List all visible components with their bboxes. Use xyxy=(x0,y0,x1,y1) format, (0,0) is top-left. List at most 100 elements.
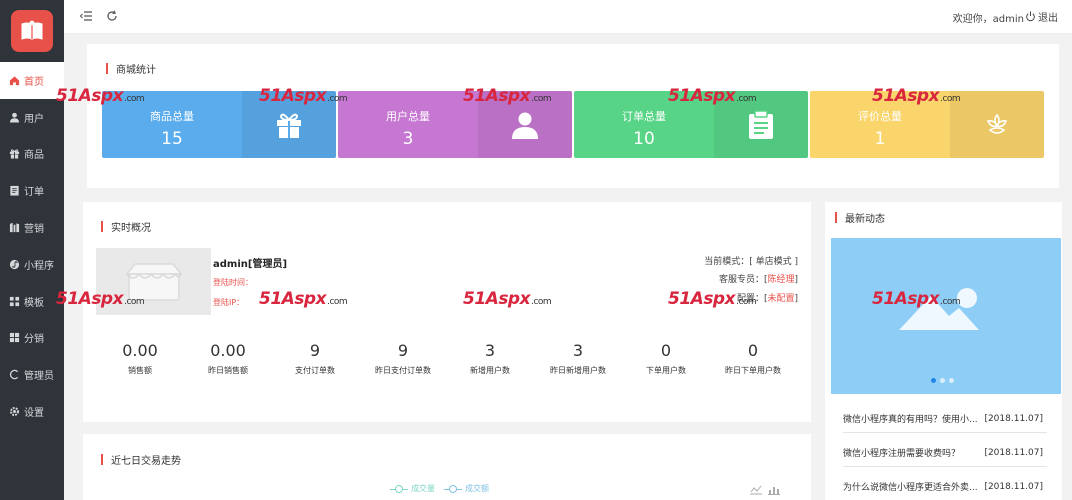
stat-card-value: 10 xyxy=(633,129,655,149)
news-item-title[interactable]: 微信小程序注册需要收费吗？ xyxy=(843,446,960,459)
distribution-icon xyxy=(8,332,20,344)
template-icon xyxy=(8,295,20,307)
logo-box xyxy=(0,0,64,62)
line-chart-icon[interactable] xyxy=(750,484,762,498)
stat-card-gift[interactable]: 商品总量 15 xyxy=(102,91,336,158)
news-item[interactable]: 微信小程序注册需要收费吗？ [2018.11.07] xyxy=(843,439,1047,467)
metric-item: 3 昨日新增用户数 xyxy=(534,341,622,376)
carousel-dot[interactable] xyxy=(931,378,936,383)
sidebar-item-admin[interactable]: 管理员 xyxy=(0,356,64,393)
settings-icon xyxy=(8,406,20,418)
metric-value: 0 xyxy=(747,341,759,360)
metric-item: 0.00 销售额 xyxy=(96,341,184,376)
sidebar: 首页用户商品订单营销小程序模板 分销管理员设置 xyxy=(0,0,64,500)
sidebar-item-label: 小程序 xyxy=(24,260,54,272)
marketing-icon xyxy=(8,222,20,234)
stat-card-label: 评价总量 xyxy=(858,110,902,123)
metric-item: 9 支付订单数 xyxy=(271,341,359,376)
bar-chart-icon[interactable] xyxy=(768,484,780,498)
logout-button[interactable]: 退出 xyxy=(1025,9,1058,24)
logout-label: 退出 xyxy=(1038,13,1058,24)
service-value[interactable]: 陈经理 xyxy=(767,275,794,285)
sidebar-item-template[interactable]: 模板 xyxy=(0,283,64,320)
metric-item: 0 下单用户数 xyxy=(622,341,710,376)
trend-title: 近七日交易走势 xyxy=(101,452,181,467)
metric-item: 0.00 昨日销售额 xyxy=(184,341,272,376)
stat-card-value: 15 xyxy=(161,129,183,149)
sidebar-item-settings[interactable]: 设置 xyxy=(0,393,64,430)
metric-item: 9 昨日支付订单数 xyxy=(359,341,447,376)
sidebar-item-user[interactable]: 用户 xyxy=(0,99,64,136)
metric-label: 下单用户数 xyxy=(646,366,686,375)
legend-amount-label: 成交额 xyxy=(465,484,489,493)
news-item[interactable]: 微信小程序真的有用吗？使用小... [2018.11.07] xyxy=(843,405,1047,433)
login-time: 登陆时间： xyxy=(213,278,253,287)
metric-value: 3 xyxy=(572,341,584,360)
news-item-date: [2018.11.07] xyxy=(984,447,1043,458)
metric-value: 0.00 xyxy=(210,341,246,360)
admin-icon xyxy=(8,369,20,381)
sidebar-item-gift[interactable]: 商品 xyxy=(0,136,64,173)
news-item-date: [2018.11.07] xyxy=(984,481,1043,492)
top-header: 欢迎你，admin 退出 xyxy=(64,0,1072,34)
metric-label: 支付订单数 xyxy=(295,366,335,375)
carousel-dot[interactable] xyxy=(949,378,954,383)
metric-value: 3 xyxy=(484,341,496,360)
stat-card-flower[interactable]: 评价总量 1 xyxy=(810,91,1044,158)
sidebar-item-label: 订单 xyxy=(24,187,44,199)
sidebar-item-label: 营销 xyxy=(24,224,44,236)
legend-volume-label: 成交量 xyxy=(411,484,435,493)
refresh-icon[interactable] xyxy=(104,8,120,24)
gift-icon xyxy=(8,148,20,160)
realtime-title: 实时概况 xyxy=(101,219,151,234)
carousel-dot[interactable] xyxy=(940,378,945,383)
config-close: ] xyxy=(794,294,798,304)
news-carousel[interactable] xyxy=(831,238,1061,394)
stat-card-label: 商品总量 xyxy=(150,110,194,123)
service-close: ] xyxy=(794,275,798,285)
welcome-text: 欢迎你，admin xyxy=(952,14,1024,25)
news-item-date: [2018.11.07] xyxy=(984,413,1043,424)
clipboard-icon xyxy=(714,91,808,158)
home-icon xyxy=(8,74,20,86)
sidebar-item-order[interactable]: 订单 xyxy=(0,172,64,209)
metric-value: 0.00 xyxy=(122,341,158,360)
gift-icon xyxy=(242,91,336,158)
news-title: 最新动态 xyxy=(835,210,885,225)
legend-volume[interactable]: 成交量 xyxy=(390,483,435,494)
flower-icon xyxy=(950,91,1044,158)
news-item-title[interactable]: 为什么说微信小程序更适合外卖... xyxy=(843,480,978,493)
image-placeholder-icon xyxy=(899,288,979,330)
service-line: 客服专员：[陈经理] xyxy=(719,272,798,285)
news-item[interactable]: 为什么说微信小程序更适合外卖... [2018.11.07] xyxy=(843,473,1047,500)
sidebar-item-marketing[interactable]: 营销 xyxy=(0,209,64,246)
sidebar-item-miniprogram[interactable]: 小程序 xyxy=(0,246,64,283)
miniprogram-icon xyxy=(8,258,20,270)
sidebar-item-label: 首页 xyxy=(24,76,44,88)
metric-value: 9 xyxy=(309,341,321,360)
service-label: 客服专员：[ xyxy=(718,275,768,285)
metric-item: 3 新增用户数 xyxy=(446,341,534,376)
admin-avatar-placeholder xyxy=(96,248,211,315)
mode-line: 当前模式：[ 单店模式 ] xyxy=(704,257,798,267)
menu-collapse-icon[interactable] xyxy=(78,8,94,24)
stat-card-clipboard[interactable]: 订单总量 10 xyxy=(574,91,808,158)
sidebar-item-label: 设置 xyxy=(24,408,44,420)
config-value[interactable]: 未配置 xyxy=(767,294,794,304)
stats-title: 商城统计 xyxy=(106,61,156,76)
legend-amount[interactable]: 成交额 xyxy=(444,483,489,494)
book-logo-icon[interactable] xyxy=(11,10,53,52)
sidebar-item-distribution[interactable]: 分销 xyxy=(0,320,64,357)
store-icon xyxy=(124,262,183,301)
sidebar-item-label: 管理员 xyxy=(24,371,54,383)
metric-label: 销售额 xyxy=(128,366,152,375)
sidebar-item-home[interactable]: 首页 xyxy=(0,62,64,99)
news-item-title[interactable]: 微信小程序真的有用吗？使用小... xyxy=(843,412,978,425)
config-line: 配置：[未配置] xyxy=(737,291,798,304)
stat-card-value: 3 xyxy=(402,129,414,149)
carousel-dots[interactable] xyxy=(931,378,954,383)
sidebar-item-label: 用户 xyxy=(24,113,44,125)
metric-label: 昨日新增用户数 xyxy=(550,366,606,375)
stat-card-user[interactable]: 用户总量 3 xyxy=(338,91,572,158)
metric-label: 昨日支付订单数 xyxy=(375,366,431,375)
